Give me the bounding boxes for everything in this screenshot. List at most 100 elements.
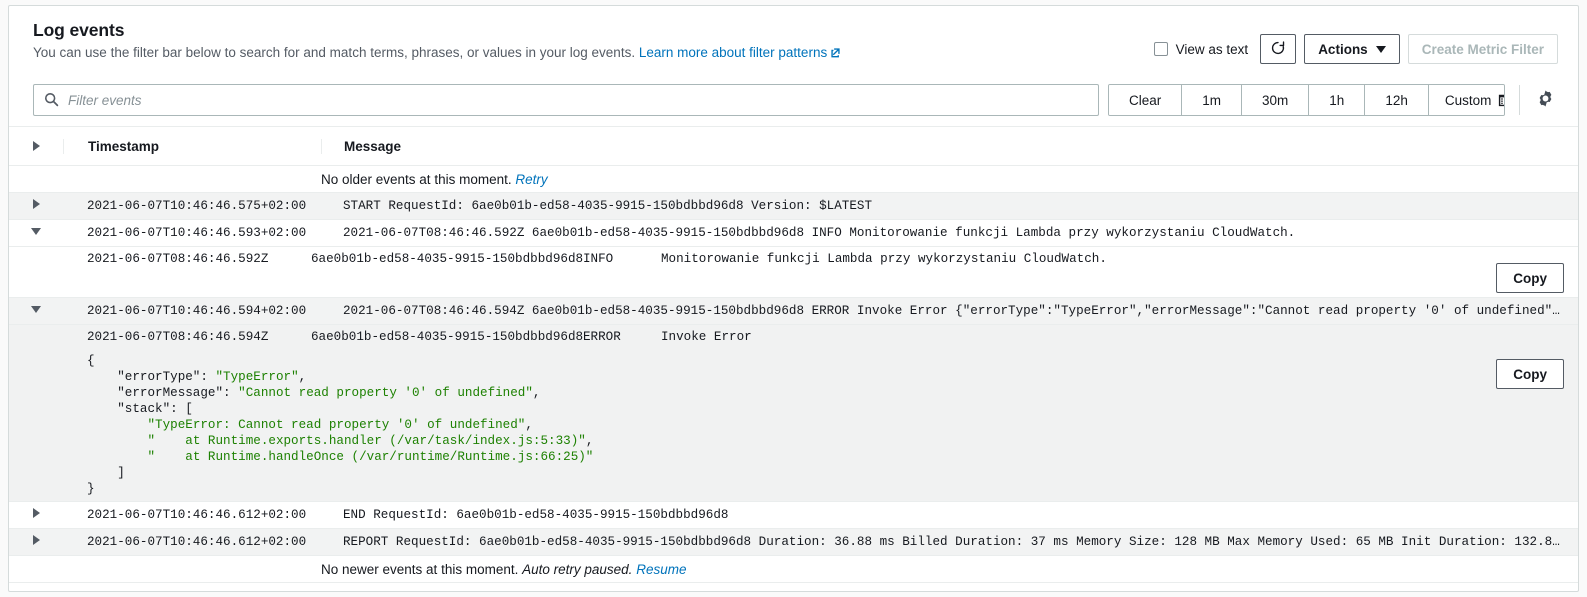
- row-expand-toggle[interactable]: [9, 502, 63, 518]
- range-12h-label: 12h: [1385, 92, 1408, 108]
- row-message: END RequestId: 6ae0b01b-ed58-4035-9915-1…: [343, 508, 729, 522]
- chevron-down-icon[interactable]: [31, 228, 41, 235]
- view-as-text-checkbox[interactable]: [1153, 42, 1168, 56]
- chevron-right-icon[interactable]: [32, 141, 40, 151]
- row-timestamp: 2021-06-07T10:46:46.612+02:00: [87, 508, 307, 522]
- toolbar-divider: [1519, 85, 1520, 115]
- calendar-icon: [1498, 93, 1505, 107]
- panel-header: Log events You can use the filter bar be…: [9, 6, 1578, 74]
- filter-bar: Clear 1m 30m 1h 12h Custom: [9, 74, 1578, 126]
- learn-more-link[interactable]: Learn more about filter patterns: [639, 45, 841, 60]
- table-row[interactable]: 2021-06-07T10:46:46.612+02:00 REPORT Req…: [9, 529, 1578, 556]
- chevron-right-icon[interactable]: [32, 199, 40, 209]
- refresh-button[interactable]: [1260, 34, 1297, 64]
- filter-input-wrapper: [33, 84, 1099, 116]
- range-1h-label: 1h: [1329, 92, 1345, 108]
- detail-timestamp: 2021-06-07T08:46:46.594Z: [87, 330, 269, 344]
- detail-json-block: { "errorType": "TypeError", "errorMessag…: [9, 351, 1578, 501]
- newer-events-note: No newer events at this moment. Auto ret…: [9, 556, 1578, 583]
- table-row[interactable]: 2021-06-07T10:46:46.593+02:00 2021-06-07…: [9, 220, 1578, 247]
- row-collapse-toggle[interactable]: [9, 298, 63, 313]
- row-message: 2021-06-07T08:46:46.594Z 6ae0b01b-ed58-4…: [343, 304, 1578, 318]
- create-metric-filter-button[interactable]: Create Metric Filter: [1407, 34, 1558, 64]
- description-text: You can use the filter bar below to sear…: [33, 45, 636, 60]
- row-timestamp: 2021-06-07T10:46:46.593+02:00: [87, 226, 307, 240]
- range-1m-label: 1m: [1202, 92, 1222, 108]
- row-message: START RequestId: 6ae0b01b-ed58-4035-9915…: [343, 199, 873, 213]
- range-custom-label: Custom: [1444, 92, 1492, 108]
- json-line: " at Runtime.handleOnce (/var/runtime/Ru…: [147, 450, 594, 464]
- row-timestamp: 2021-06-07T10:46:46.575+02:00: [87, 199, 307, 213]
- json-line: {: [87, 354, 95, 368]
- detail-content: 2021-06-07T08:46:46.592Z 6ae0b01b-ed58-4…: [9, 247, 1578, 273]
- copy-button[interactable]: Copy: [1496, 359, 1564, 389]
- detail-content: 2021-06-07T08:46:46.594Z 6ae0b01b-ed58-4…: [9, 325, 1578, 351]
- detail-level: ERROR: [583, 330, 621, 344]
- json-line: }: [87, 482, 95, 496]
- json-line: "stack": [: [117, 402, 193, 416]
- resume-link[interactable]: Resume: [636, 562, 686, 577]
- column-header-timestamp[interactable]: Timestamp: [63, 138, 321, 154]
- gear-icon: [1536, 89, 1555, 111]
- row-timestamp: 2021-06-07T10:46:46.594+02:00: [87, 304, 307, 318]
- actions-button[interactable]: Actions: [1304, 34, 1400, 64]
- chevron-right-icon[interactable]: [32, 535, 40, 545]
- range-30m-label: 30m: [1262, 92, 1289, 108]
- column-header-message[interactable]: Message: [321, 138, 1578, 154]
- actions-label: Actions: [1318, 41, 1368, 57]
- range-clear[interactable]: Clear: [1109, 85, 1183, 115]
- range-30m[interactable]: 30m: [1242, 85, 1310, 115]
- learn-more-label: Learn more about filter patterns: [638, 45, 828, 60]
- chevron-right-icon[interactable]: [32, 508, 40, 518]
- range-12h[interactable]: 12h: [1365, 85, 1429, 115]
- row-detail-panel: 2021-06-07T08:46:46.594Z 6ae0b01b-ed58-4…: [9, 325, 1578, 502]
- settings-button[interactable]: [1532, 87, 1558, 113]
- range-1m[interactable]: 1m: [1182, 85, 1243, 115]
- table-row[interactable]: 2021-06-07T10:46:46.575+02:00 START Requ…: [9, 193, 1578, 220]
- json-line: ]: [87, 466, 125, 480]
- detail-line: 2021-06-07T08:46:46.594Z 6ae0b01b-ed58-4…: [87, 329, 1578, 345]
- external-link-icon: [830, 45, 841, 58]
- range-clear-label: Clear: [1129, 92, 1162, 108]
- detail-text: Invoke Error: [661, 330, 752, 344]
- view-as-text-label: View as text: [1175, 41, 1249, 57]
- older-events-note-text: No older events at this moment. Retry: [321, 172, 1578, 187]
- row-timestamp: 2021-06-07T10:46:46.612+02:00: [87, 535, 307, 549]
- refresh-icon: [1270, 40, 1286, 59]
- detail-text: Monitorowanie funkcji Lambda przy wykorz…: [661, 252, 1107, 266]
- header-actions: View as text Actions Create Metric Filte…: [1153, 34, 1558, 64]
- table-row[interactable]: 2021-06-07T10:46:46.612+02:00 END Reques…: [9, 502, 1578, 529]
- copy-button[interactable]: Copy: [1496, 263, 1564, 293]
- detail-line: 2021-06-07T08:46:46.592Z 6ae0b01b-ed58-4…: [87, 251, 1578, 267]
- table-row[interactable]: 2021-06-07T10:46:46.594+02:00 2021-06-07…: [9, 298, 1578, 325]
- detail-level: INFO: [583, 252, 614, 266]
- json-line: "errorMessage": "Cannot read property '0…: [117, 386, 541, 400]
- row-collapse-toggle[interactable]: [9, 220, 63, 235]
- detail-request-id: 6ae0b01b-ed58-4035-9915-150bdbbd96d8: [311, 252, 584, 266]
- log-events-panel: Log events You can use the filter bar be…: [8, 5, 1579, 592]
- json-line: " at Runtime.exports.handler (/var/task/…: [147, 434, 594, 448]
- json-line: "TypeError: Cannot read property '0' of …: [147, 418, 533, 432]
- row-message: 2021-06-07T08:46:46.592Z 6ae0b01b-ed58-4…: [343, 226, 1296, 240]
- json-line: "errorType": "TypeError",: [117, 370, 307, 384]
- row-expand-toggle[interactable]: [9, 529, 63, 545]
- detail-timestamp: 2021-06-07T08:46:46.592Z: [87, 252, 269, 266]
- retry-link[interactable]: Retry: [515, 172, 547, 187]
- range-1h[interactable]: 1h: [1309, 85, 1366, 115]
- newer-events-label: No newer events at this moment.: [321, 561, 519, 577]
- range-custom[interactable]: Custom: [1428, 85, 1505, 115]
- newer-events-note-text: No newer events at this moment. Auto ret…: [321, 562, 1578, 577]
- chevron-down-icon: [1375, 45, 1386, 53]
- chevron-down-icon[interactable]: [31, 306, 41, 313]
- row-detail-panel: 2021-06-07T08:46:46.592Z 6ae0b01b-ed58-4…: [9, 247, 1578, 298]
- log-events-table: Timestamp Message No older events at thi…: [9, 126, 1578, 583]
- expand-all-cell[interactable]: [9, 141, 63, 151]
- older-events-note: No older events at this moment. Retry: [9, 166, 1578, 193]
- auto-retry-status: Auto retry paused.: [522, 561, 633, 577]
- view-as-text-control[interactable]: View as text: [1153, 41, 1249, 57]
- detail-request-id: 6ae0b01b-ed58-4035-9915-150bdbbd96d8: [311, 330, 584, 344]
- older-events-label: No older events at this moment.: [321, 171, 512, 187]
- row-expand-toggle[interactable]: [9, 193, 63, 209]
- create-metric-filter-label: Create Metric Filter: [1421, 41, 1544, 57]
- filter-events-input[interactable]: [33, 84, 1099, 116]
